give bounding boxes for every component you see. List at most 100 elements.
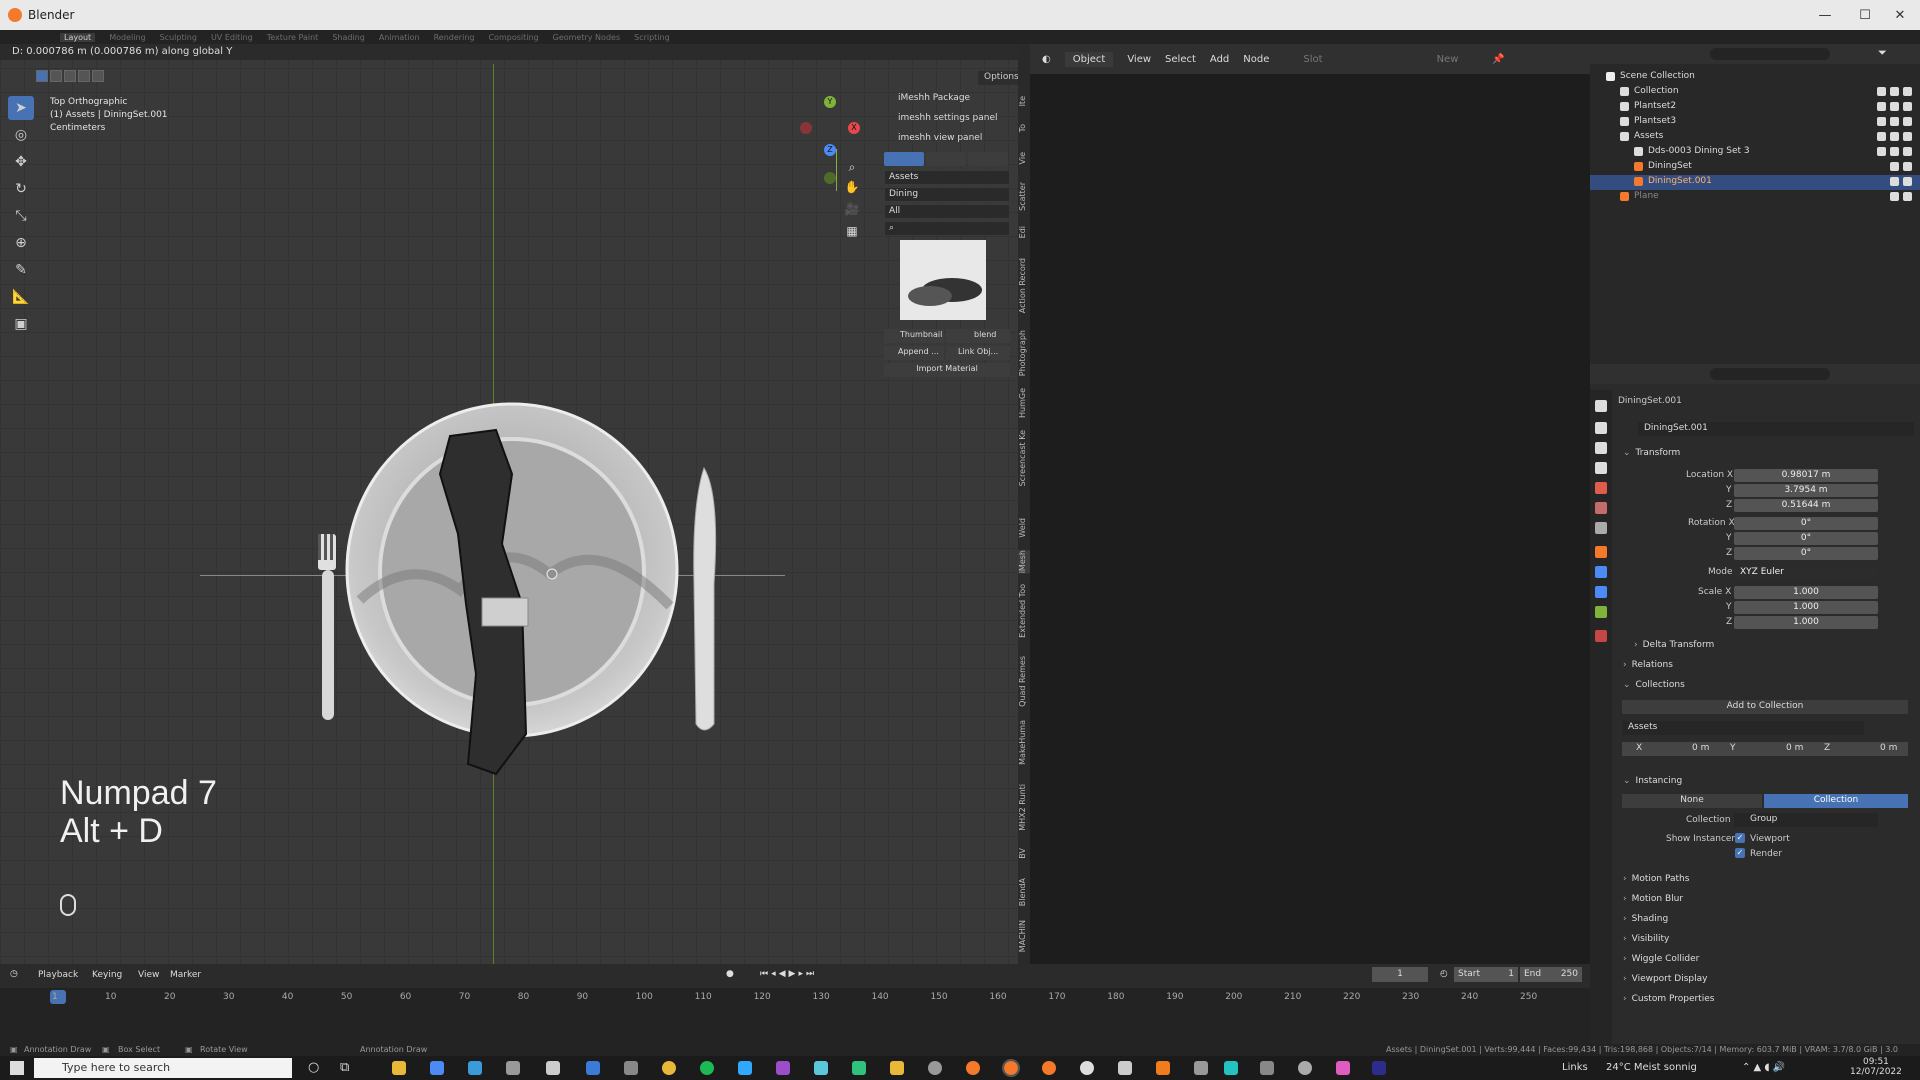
- imeshh-material-icon[interactable]: [926, 152, 966, 166]
- measure-tool-icon[interactable]: 📐: [8, 285, 34, 309]
- tab-animation[interactable]: Animation: [379, 33, 420, 42]
- taskbar-app-icon[interactable]: [928, 1061, 942, 1075]
- rotation-y-field[interactable]: 0°: [1734, 532, 1878, 545]
- taskbar-app-icon[interactable]: [1118, 1061, 1132, 1075]
- keying-menu[interactable]: Keying: [92, 970, 122, 980]
- collection-name-field[interactable]: Assets: [1622, 721, 1864, 735]
- location-y-field[interactable]: 3.7954 m: [1734, 484, 1878, 497]
- rotation-mode-select[interactable]: XYZ Euler: [1734, 566, 1878, 579]
- taskbar-app-icon[interactable]: [468, 1061, 482, 1075]
- sidebar-tab[interactable]: To: [1018, 124, 1030, 132]
- tray-icons[interactable]: ⌃ ▲ ◖ 🔊: [1742, 1062, 1785, 1073]
- rotation-x-field[interactable]: 0°: [1734, 517, 1878, 530]
- tab-compositing[interactable]: Compositing: [488, 33, 538, 42]
- task-view-icon[interactable]: ⧉: [340, 1060, 349, 1075]
- sidebar-tab[interactable]: Edi: [1018, 226, 1030, 238]
- timeline-area[interactable]: 1 10 20 30 40 50 60 70 80 90 100 110 120 130 140 150 160…: [0, 988, 1590, 1048]
- outliner-row[interactable]: Dds-0003 Dining Set 3: [1590, 145, 1920, 160]
- sidebar-tab[interactable]: Scatter: [1018, 182, 1030, 211]
- sidebar-tab[interactable]: Screencast Ke: [1018, 430, 1030, 486]
- gizmo-z-icon[interactable]: Z: [824, 144, 836, 156]
- menu-select[interactable]: Select: [1165, 54, 1196, 65]
- scene-tab-icon[interactable]: [1595, 482, 1607, 494]
- subcategory-select[interactable]: Dining: [884, 187, 1010, 202]
- end-frame-field[interactable]: End 250: [1520, 967, 1582, 982]
- timeline-editor-icon[interactable]: ◷: [10, 969, 18, 979]
- asset-search-input[interactable]: ⌕: [884, 221, 1010, 236]
- tab-layout[interactable]: Layout: [60, 32, 96, 42]
- sidebar-tab[interactable]: HumGe: [1018, 388, 1030, 418]
- annotate-tool-icon[interactable]: ✎: [8, 258, 34, 282]
- sidebar-tab-imesh[interactable]: iMesh: [1018, 550, 1030, 574]
- imeshh-settings-header[interactable]: imeshh settings panel: [884, 113, 1010, 129]
- current-frame-field[interactable]: 1: [1372, 967, 1428, 982]
- playback-menu[interactable]: Playback: [38, 970, 78, 980]
- ortho-grid-icon[interactable]: ▦: [843, 224, 861, 242]
- instancing-none-button[interactable]: None: [1622, 794, 1762, 808]
- world-tab-icon[interactable]: [1595, 502, 1607, 514]
- sidebar-tab[interactable]: Extended Too: [1018, 584, 1030, 638]
- maximize-icon[interactable]: ☐: [1845, 0, 1885, 30]
- object-mode-select[interactable]: Object: [1064, 51, 1114, 67]
- shading-section[interactable]: Shading: [1623, 914, 1669, 924]
- select-invert-button[interactable]: [78, 70, 90, 82]
- gizmo-neg-y-icon[interactable]: [824, 172, 836, 184]
- tab-geometry-nodes[interactable]: Geometry Nodes: [553, 33, 620, 42]
- sidebar-tab[interactable]: Vie: [1018, 152, 1030, 164]
- filter-select[interactable]: All: [884, 204, 1010, 219]
- imeshh-package-header[interactable]: iMeshh Package: [884, 93, 1010, 109]
- minimize-icon[interactable]: —: [1805, 0, 1845, 30]
- view-menu[interactable]: View: [138, 970, 159, 980]
- sidebar-tab[interactable]: Photograph: [1018, 330, 1030, 376]
- taskbar-app-icon[interactable]: [1194, 1061, 1208, 1075]
- render-tab-icon[interactable]: [1595, 422, 1607, 434]
- taskbar-app-icon[interactable]: [506, 1061, 520, 1075]
- 3d-viewport[interactable]: D: 0.000786 m (0.000786 m) along global …: [0, 44, 1030, 964]
- instancing-collection-button[interactable]: Collection: [1764, 794, 1908, 808]
- outliner-row[interactable]: Plantset3: [1590, 115, 1920, 130]
- select-extend-button[interactable]: [50, 70, 62, 82]
- taskbar-app-icon[interactable]: [624, 1061, 638, 1075]
- viewport-display-section[interactable]: Viewport Display: [1623, 974, 1708, 984]
- playback-controls-icon[interactable]: ⏮◂◀▶▸⏭: [760, 969, 817, 979]
- outliner-row-selected[interactable]: DiningSet.001: [1590, 175, 1920, 190]
- add-to-collection-button[interactable]: Add to Collection: [1622, 700, 1908, 714]
- pan-hand-icon[interactable]: ✋: [843, 180, 861, 198]
- sidebar-tab[interactable]: Quad Remes: [1018, 656, 1030, 707]
- sidebar-tab[interactable]: Weld: [1018, 518, 1030, 538]
- menu-node[interactable]: Node: [1243, 54, 1269, 65]
- outliner-row[interactable]: Plantset2: [1590, 100, 1920, 115]
- outliner-search-input[interactable]: [1710, 48, 1830, 60]
- gizmo-y-icon[interactable]: Y: [824, 96, 836, 108]
- offset-z-field[interactable]: 0 m: [1880, 743, 1897, 753]
- links-toolbar[interactable]: Links: [1562, 1062, 1588, 1073]
- wiggle-collider-section[interactable]: Wiggle Collider: [1623, 954, 1700, 964]
- asset-thumbnail[interactable]: [900, 240, 986, 320]
- offset-x-field[interactable]: 0 m: [1692, 743, 1709, 753]
- sidebar-tab[interactable]: BlendA: [1018, 878, 1030, 906]
- node-editor-canvas[interactable]: [1030, 74, 1590, 964]
- category-select[interactable]: Assets: [884, 170, 1010, 185]
- filter-icon[interactable]: ⏷: [1878, 46, 1887, 60]
- add-cube-tool-icon[interactable]: ▣: [8, 312, 34, 336]
- start-frame-field[interactable]: Start 1: [1454, 967, 1518, 982]
- select-intersect-button[interactable]: [92, 70, 104, 82]
- rotation-z-field[interactable]: 0°: [1734, 547, 1878, 560]
- cursor-tool-icon[interactable]: ◎: [8, 123, 34, 147]
- chrome-icon[interactable]: [662, 1061, 676, 1075]
- taskbar-app-icon[interactable]: [1224, 1061, 1238, 1075]
- outliner-row[interactable]: Collection: [1590, 85, 1920, 100]
- tab-modeling[interactable]: Modeling: [109, 33, 145, 42]
- collection-tab-icon[interactable]: [1595, 522, 1607, 534]
- output-tab-icon[interactable]: [1595, 442, 1607, 454]
- menu-view[interactable]: View: [1127, 54, 1151, 65]
- taskbar-app-icon[interactable]: [852, 1061, 866, 1075]
- object-name-field[interactable]: DiningSet.001: [1638, 422, 1914, 436]
- record-icon[interactable]: ●: [726, 969, 734, 979]
- sidebar-tab[interactable]: BV: [1018, 848, 1030, 859]
- sidebar-tab[interactable]: MHX2 Runti: [1018, 784, 1030, 831]
- outliner-row[interactable]: Scene Collection: [1590, 70, 1920, 85]
- collections-section[interactable]: Collections: [1623, 680, 1685, 690]
- photoshop-icon[interactable]: [738, 1061, 752, 1075]
- taskbar-app-icon[interactable]: [1080, 1061, 1094, 1075]
